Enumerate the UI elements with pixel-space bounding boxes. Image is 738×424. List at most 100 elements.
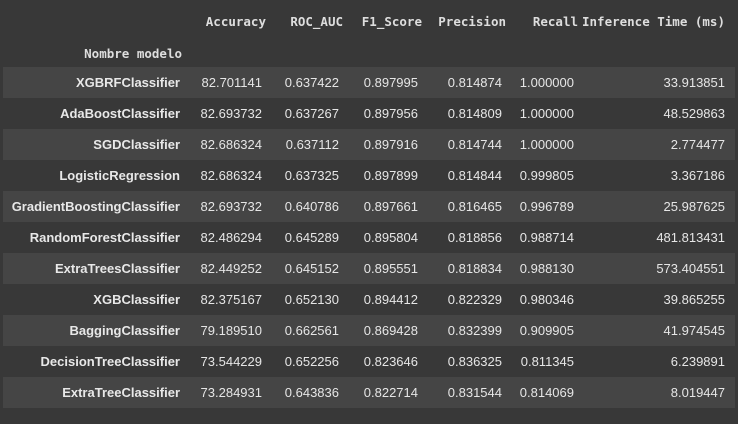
table-cell: 0.897661 — [363, 199, 418, 214]
table-cell: 82.686324 — [200, 137, 262, 152]
table-cell: 1.000000 — [519, 106, 574, 121]
table-cell: 41.974545 — [663, 323, 725, 338]
table-header: Accuracy ROC_AUC F1_Score Precision Reca… — [3, 3, 735, 67]
table-cell: 0.980346 — [519, 292, 574, 307]
column-header-accuracy: Accuracy — [205, 13, 266, 29]
row-index-label: ExtraTreesClassifier — [54, 261, 180, 276]
table-row: XGBRFClassifier 82.701141 0.637422 0.897995… — [3, 67, 735, 98]
table-cell: 79.189510 — [200, 323, 262, 338]
table-row: AdaBoostClassifier 82.693732 0.637267 0.897… — [3, 98, 735, 129]
table-cell: 0.645289 — [284, 230, 339, 245]
table-cell: 573.404551 — [656, 261, 725, 276]
table-cell: 0.637112 — [285, 137, 339, 152]
table-cell: 0.814744 — [447, 137, 502, 152]
table-cell: 0.640786 — [284, 199, 339, 214]
table-cell: 82.693732 — [200, 199, 262, 214]
row-index-label: RandomForestClassifier — [29, 230, 180, 245]
table-cell: 0.988130 — [519, 261, 574, 276]
table-cell: 3.367186 — [670, 168, 725, 183]
table-cell: 0.897956 — [363, 106, 418, 121]
table-cell: 39.865255 — [663, 292, 725, 307]
table-row: SGDClassifier 82.686324 0.637112 0.897916 0.… — [3, 129, 735, 160]
table-cell: 82.693732 — [200, 106, 262, 121]
table-cell: 0.894412 — [363, 292, 418, 307]
table-cell: 0.637267 — [284, 106, 339, 121]
table-cell: 6.239891 — [670, 354, 725, 369]
table-cell: 0.814069 — [519, 385, 574, 400]
table-cell: 0.996789 — [519, 199, 574, 214]
row-index-label: ExtraTreeClassifier — [62, 385, 180, 400]
table-cell: 48.529863 — [663, 106, 725, 121]
table-cell: 73.544229 — [200, 354, 262, 369]
column-header-roc-auc: ROC_AUC — [290, 13, 343, 29]
row-index-label: GradientBoostingClassifier — [11, 199, 180, 214]
table-cell: 0.818856 — [447, 230, 502, 245]
table-row: ExtraTreesClassifier 82.449252 0.645152 0.8… — [3, 253, 735, 284]
column-header-row: Accuracy ROC_AUC F1_Score Precision Reca… — [3, 3, 735, 39]
column-header-recall: Recall — [532, 13, 578, 29]
table-cell: 0.822329 — [447, 292, 502, 307]
row-index-label: BaggingClassifier — [69, 323, 180, 338]
table-cell: 0.909905 — [519, 323, 574, 338]
table-cell: 0.897916 — [363, 137, 418, 152]
row-index-label: SGDClassifier — [93, 137, 180, 152]
table-cell: 0.814809 — [447, 106, 502, 121]
table-cell: 0.814874 — [447, 75, 502, 90]
row-index-label: LogisticRegression — [59, 168, 180, 183]
results-dataframe: Accuracy ROC_AUC F1_Score Precision Reca… — [3, 3, 735, 408]
table-cell: 82.686324 — [200, 168, 262, 183]
table-cell: 0.814844 — [447, 168, 502, 183]
table-cell: 82.486294 — [200, 230, 262, 245]
index-name-row: Nombre modelo — [3, 39, 735, 67]
table-cell: 1.000000 — [519, 137, 574, 152]
table-cell: 8.019447 — [670, 385, 725, 400]
table-cell: 82.375167 — [200, 292, 262, 307]
table-cell: 0.811345 — [520, 354, 574, 369]
table-cell: 481.813431 — [656, 230, 725, 245]
table-cell: 0.897899 — [363, 168, 418, 183]
table-row: DecisionTreeClassifier 73.544229 0.652256 0… — [3, 346, 735, 377]
table-cell: 0.831544 — [447, 385, 502, 400]
table-cell: 0.818834 — [447, 261, 502, 276]
table-row: BaggingClassifier 79.189510 0.662561 0.8694… — [3, 315, 735, 346]
column-header-inference-time: Inference Time (ms) — [582, 13, 725, 29]
table-body: XGBRFClassifier 82.701141 0.637422 0.897995… — [3, 67, 735, 408]
table-cell: 73.284931 — [200, 385, 262, 400]
table-row: ExtraTreeClassifier 73.284931 0.643836 0.82… — [3, 377, 735, 408]
row-index-label: XGBClassifier — [93, 292, 180, 307]
table-cell: 0.662561 — [284, 323, 339, 338]
row-index-label: XGBRFClassifier — [75, 75, 180, 90]
table-cell: 0.822714 — [363, 385, 418, 400]
table-row: RandomForestClassifier 82.486294 0.645289 0… — [3, 222, 735, 253]
row-index-label: DecisionTreeClassifier — [40, 354, 180, 369]
table-cell: 0.823646 — [363, 354, 418, 369]
table-row: GradientBoostingClassifier 82.693732 0.640… — [3, 191, 735, 222]
column-header-precision: Precision — [438, 13, 506, 29]
column-header-f1-score: F1_Score — [361, 13, 422, 29]
table-row: XGBClassifier 82.375167 0.652130 0.894412 0.… — [3, 284, 735, 315]
index-name-label: Nombre modelo — [84, 45, 182, 61]
table-cell: 0.645152 — [284, 261, 339, 276]
table-cell: 0.643836 — [284, 385, 339, 400]
table-cell: 0.999805 — [519, 168, 574, 183]
table-cell: 33.913851 — [663, 75, 725, 90]
table-cell: 0.869428 — [363, 323, 418, 338]
table-cell: 0.637325 — [284, 168, 339, 183]
row-index-label: AdaBoostClassifier — [60, 106, 180, 121]
table-cell: 0.652256 — [284, 354, 339, 369]
table-cell: 0.895551 — [363, 261, 418, 276]
table-cell: 0.988714 — [519, 230, 574, 245]
table-cell: 82.701141 — [201, 75, 263, 90]
table-cell: 25.987625 — [663, 199, 725, 214]
table-cell: 0.652130 — [284, 292, 339, 307]
table-cell: 82.449252 — [200, 261, 262, 276]
output-cell: Accuracy ROC_AUC F1_Score Precision Reca… — [0, 0, 738, 424]
table-cell: 0.836325 — [447, 354, 502, 369]
table-cell: 2.774477 — [670, 137, 725, 152]
table-cell: 0.895804 — [363, 230, 418, 245]
table-cell: 0.832399 — [447, 323, 502, 338]
table-cell: 1.000000 — [519, 75, 574, 90]
table-cell: 0.897995 — [363, 75, 418, 90]
table-cell: 0.816465 — [447, 199, 502, 214]
corner-cell — [3, 3, 186, 39]
